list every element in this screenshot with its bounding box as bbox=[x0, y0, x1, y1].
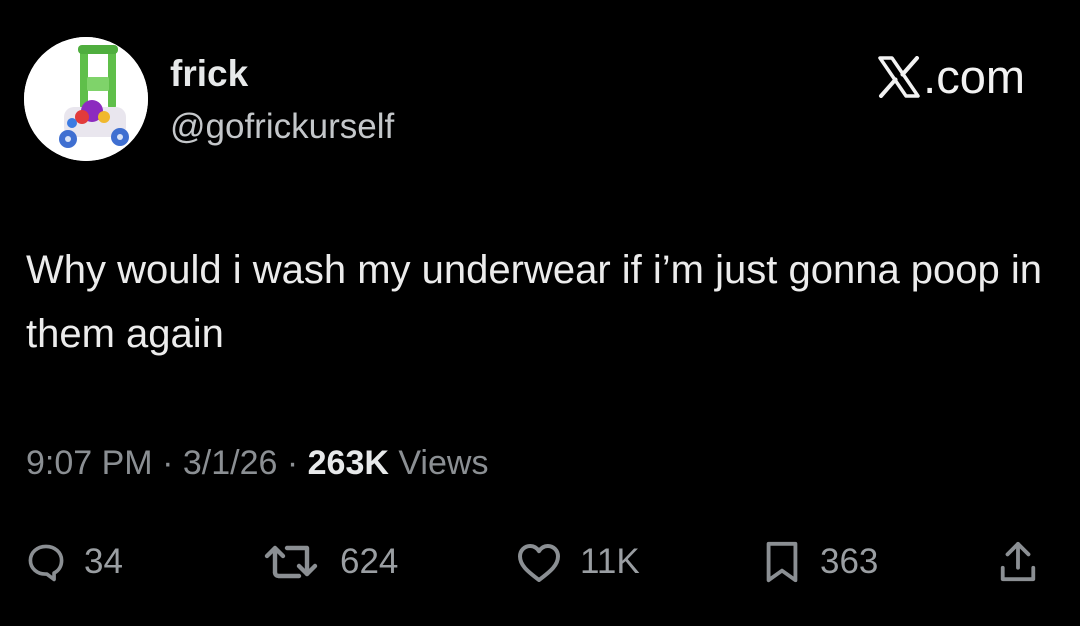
user-handle[interactable]: @gofrickurself bbox=[170, 106, 394, 148]
action-bar: 34 624 11K 363 bbox=[0, 532, 1080, 592]
tweet-card: frick @gofrickurself .com Why would i wa… bbox=[0, 0, 1080, 626]
x-logo-icon bbox=[877, 56, 921, 98]
meta-separator: · bbox=[162, 444, 174, 482]
reply-count: 34 bbox=[84, 542, 123, 581]
tweet-text: Why would i wash my underwear if i’m jus… bbox=[26, 248, 1043, 356]
push-toy-walker-image bbox=[24, 37, 148, 161]
retweet-icon bbox=[264, 545, 318, 579]
retweet-count: 624 bbox=[340, 542, 399, 581]
like-count: 11K bbox=[580, 542, 640, 581]
views-label: Views bbox=[398, 444, 489, 482]
tweet-date[interactable]: 3/1/26 bbox=[183, 444, 278, 482]
heart-icon bbox=[518, 544, 560, 582]
tweet-meta: 9:07 PM · 3/1/26 · 263K Views bbox=[26, 441, 488, 485]
share-icon bbox=[1000, 541, 1036, 582]
views-count: 263K bbox=[307, 444, 389, 482]
like-button[interactable]: 11K bbox=[514, 532, 640, 592]
avatar[interactable] bbox=[24, 37, 148, 161]
share-button[interactable] bbox=[997, 532, 1039, 592]
tweet-time[interactable]: 9:07 PM bbox=[26, 444, 153, 482]
display-name[interactable]: frick bbox=[170, 52, 248, 96]
bookmark-icon bbox=[766, 541, 798, 583]
reply-button[interactable]: 34 bbox=[24, 532, 123, 592]
reply-icon bbox=[28, 544, 64, 582]
bookmark-count: 363 bbox=[820, 542, 879, 581]
meta-separator: · bbox=[286, 444, 299, 482]
retweet-button[interactable]: 624 bbox=[262, 532, 398, 592]
brand-watermark: .com bbox=[877, 50, 1025, 104]
bookmark-button[interactable]: 363 bbox=[760, 532, 878, 592]
brand-label: .com bbox=[923, 50, 1025, 103]
